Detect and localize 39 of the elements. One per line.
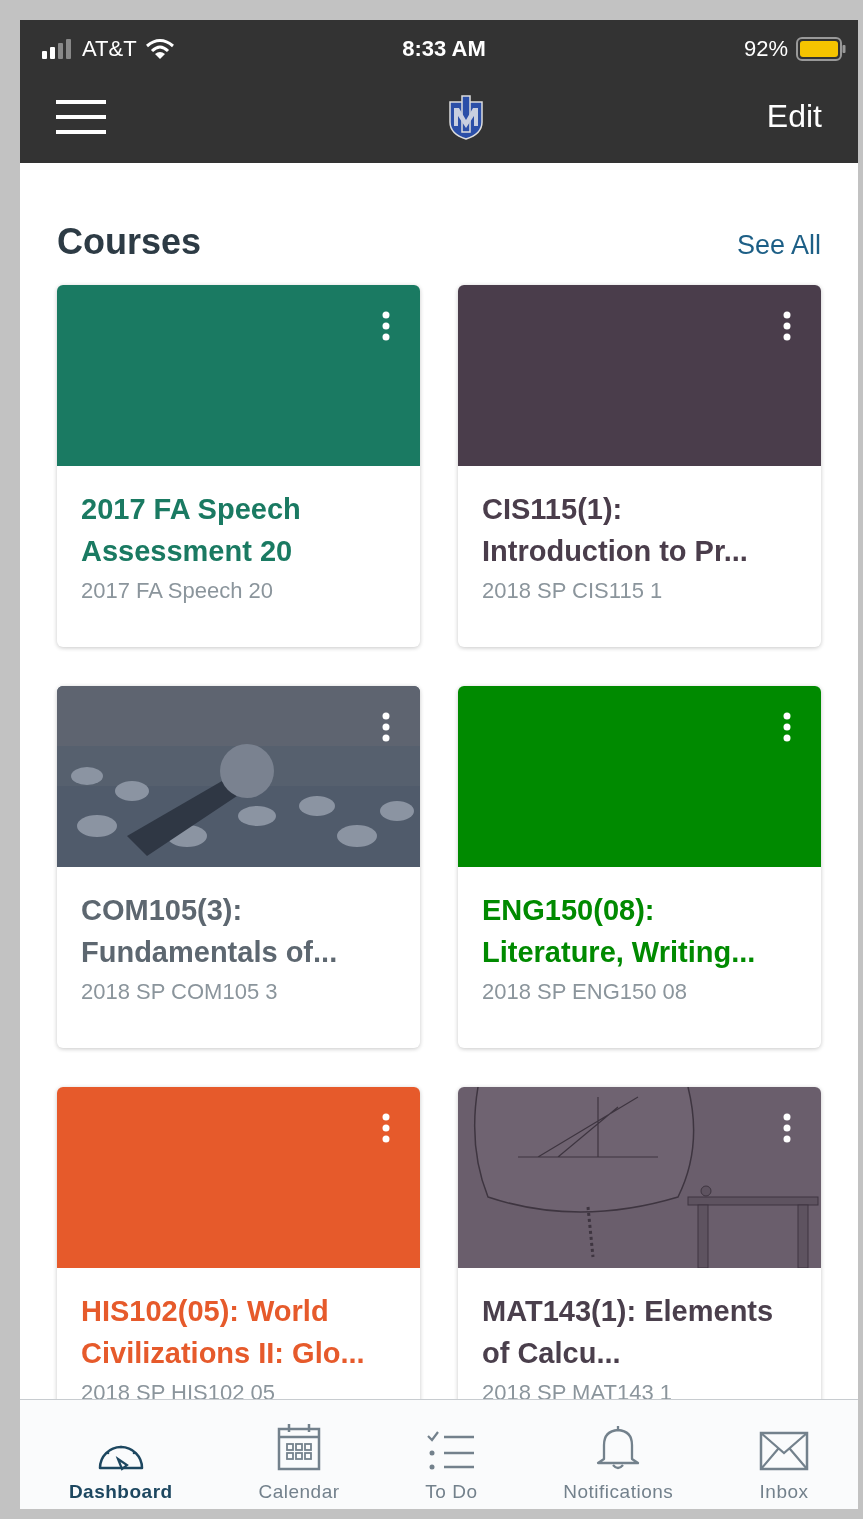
course-card[interactable]: COM105(3): Fundamentals of... 2018 SP COM105 3 xyxy=(57,686,420,1048)
course-code: 2018 SP ENG150 08 xyxy=(482,979,689,1005)
carrier-name: AT&T xyxy=(82,36,137,62)
more-options-icon[interactable] xyxy=(382,311,390,341)
wifi-icon xyxy=(144,38,175,60)
checklist-icon xyxy=(426,1431,477,1471)
course-card[interactable]: 2017 FA Speech Assessment 20 2017 FA Speech 20 xyxy=(57,285,420,647)
course-code: 2018 SP COM105 3 xyxy=(81,979,279,1005)
tab-item[interactable]: Calendar xyxy=(258,1400,340,1509)
course-title: MAT143(1): Elements of Calcu... xyxy=(482,1294,775,1371)
envelope-icon xyxy=(759,1431,810,1471)
course-title: 2017 FA Speech Assessment 20 xyxy=(81,492,302,569)
battery-icon xyxy=(796,37,846,61)
edit-button[interactable]: Edit xyxy=(766,98,822,135)
see-all-link[interactable]: See All xyxy=(736,230,821,261)
course-card[interactable]: CIS115(1): Introduction to Pr... 2018 SP CIS115 1 xyxy=(458,285,821,647)
menu-icon xyxy=(56,97,106,136)
battery-percent: 92% xyxy=(743,36,788,62)
course-card[interactable]: ENG150(08): Literature, Writing... 2018 SP ENG150 08 xyxy=(458,686,821,1048)
tab-item[interactable]: Notifications xyxy=(563,1400,674,1509)
course-title: COM105(3): Fundamentals of... xyxy=(81,893,339,970)
course-title: ENG150(08): Literature, Writing... xyxy=(482,893,757,970)
status-time: 8:33 AM xyxy=(402,36,486,62)
section-heading: Courses xyxy=(57,221,202,263)
more-options-icon[interactable] xyxy=(783,311,791,341)
more-options-icon[interactable] xyxy=(382,712,390,742)
calendar-icon xyxy=(277,1423,321,1471)
tab-item[interactable]: Inbox xyxy=(759,1400,810,1509)
course-code: 2018 SP CIS115 1 xyxy=(482,578,664,604)
more-options-icon[interactable] xyxy=(783,1113,791,1143)
tab-item[interactable]: Dashboard xyxy=(68,1400,173,1509)
more-options-icon[interactable] xyxy=(783,712,791,742)
course-code: 2017 FA Speech 20 xyxy=(81,578,275,604)
tab-item[interactable]: To Do xyxy=(425,1400,478,1509)
shield-logo-icon xyxy=(447,93,486,140)
menu-button[interactable] xyxy=(56,97,106,136)
course-title: CIS115(1): Introduction to Pr... xyxy=(482,492,749,569)
signal-icon xyxy=(42,39,74,59)
course-title: HIS102(05): World Civilizations II: Glo... xyxy=(81,1294,366,1371)
